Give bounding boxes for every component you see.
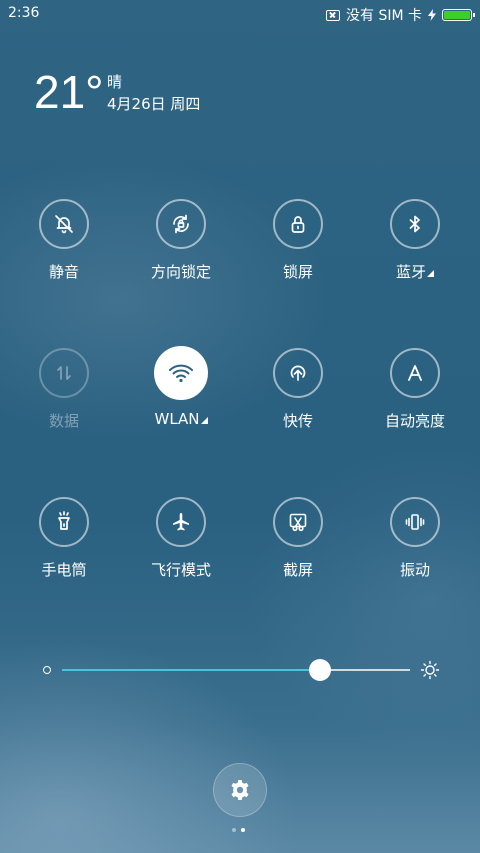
auto-brightness-icon: [390, 348, 440, 398]
tile-label: 手电筒: [41, 561, 87, 579]
lock-icon: [273, 199, 323, 249]
tile-quick-transfer[interactable]: 快传: [243, 348, 353, 431]
tile-label: WLAN: [126, 410, 236, 428]
tile-label: 自动亮度: [384, 412, 445, 430]
weather-condition: 晴: [107, 73, 123, 91]
gear-icon: [231, 780, 249, 800]
slider-fill: [62, 669, 320, 671]
tile-wlan[interactable]: WLAN: [126, 346, 236, 428]
tile-airplane[interactable]: 飞行模式: [126, 497, 236, 580]
tile-label: 振动: [399, 561, 430, 579]
slider-thumb[interactable]: [308, 659, 331, 681]
screenshot-icon: [273, 497, 323, 547]
silent-bell-icon: [39, 199, 89, 249]
temperature: 21°: [34, 66, 104, 118]
tile-bluetooth[interactable]: 蓝牙: [360, 199, 470, 282]
tile-auto-brightness[interactable]: 自动亮度: [360, 348, 470, 431]
expand-triangle-icon: [427, 270, 434, 277]
vibrate-icon: [390, 497, 440, 547]
tile-label: 静音: [48, 263, 79, 281]
tile-label: 截屏: [282, 561, 313, 579]
tile-flashlight[interactable]: 手电筒: [9, 497, 119, 580]
data-arrows-icon: [39, 348, 89, 398]
charging-bolt-icon: [428, 9, 436, 21]
status-right: 没有 SIM 卡: [326, 5, 475, 25]
wifi-icon: [154, 346, 208, 400]
tile-label: 方向锁定: [150, 263, 211, 281]
settings-button[interactable]: [213, 763, 267, 817]
tile-lock-screen[interactable]: 锁屏: [243, 199, 353, 282]
tile-label: 飞行模式: [150, 561, 211, 579]
date-text: 4月26日 周四: [107, 95, 201, 113]
tile-rotation-lock[interactable]: 方向锁定: [126, 199, 236, 282]
tile-label: 锁屏: [282, 263, 313, 281]
tile-silent[interactable]: 静音: [9, 199, 119, 282]
page-dot: [241, 828, 245, 832]
quick-transfer-icon: [273, 348, 323, 398]
status-bar: 2:36 没有 SIM 卡: [0, 0, 480, 28]
battery-icon: [442, 9, 475, 21]
bluetooth-icon: [390, 199, 440, 249]
tile-label: 蓝牙: [360, 261, 470, 282]
tile-mobile-data[interactable]: 数据: [9, 348, 119, 431]
brightness-low-icon: [43, 666, 51, 674]
tile-label: 数据: [48, 412, 79, 430]
brightness-slider[interactable]: [40, 655, 440, 685]
flashlight-icon: [39, 497, 89, 547]
tile-screenshot[interactable]: 截屏: [243, 497, 353, 580]
status-time: 2:36: [8, 5, 40, 21]
brightness-high-icon: [420, 660, 440, 680]
no-sim-icon: [326, 9, 340, 21]
airplane-icon: [156, 497, 206, 547]
rotation-lock-icon: [156, 199, 206, 249]
tile-vibrate[interactable]: 振动: [360, 497, 470, 580]
sim-status-text: 没有 SIM 卡: [346, 8, 422, 24]
expand-triangle-icon: [200, 417, 208, 424]
page-dot: [232, 828, 236, 832]
tile-label: 快传: [282, 412, 313, 430]
page-indicator: [232, 828, 245, 832]
